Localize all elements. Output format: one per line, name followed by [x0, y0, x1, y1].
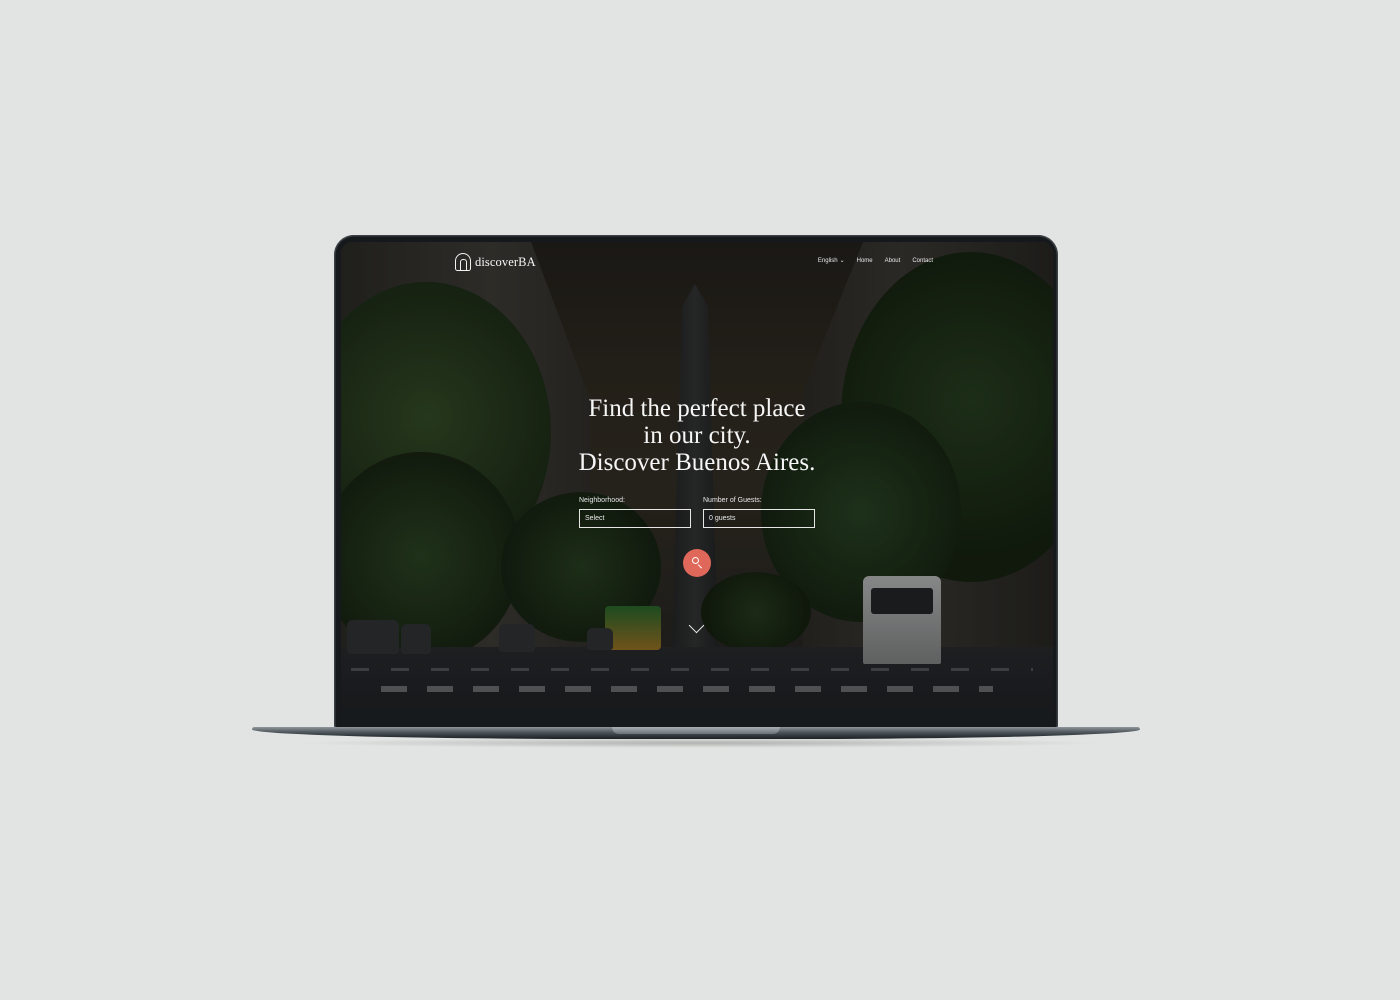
- chevron-down-icon: ⌄: [839, 258, 845, 264]
- logo-text: discoverBA: [475, 254, 536, 269]
- neighborhood-label: Neighborhood:: [579, 497, 625, 504]
- hero-line-3: Discover Buenos Aires.: [578, 449, 816, 476]
- hero-line-2: in our city.: [643, 422, 751, 449]
- guests-input[interactable]: 0 guests: [703, 509, 815, 528]
- site-logo[interactable]: discoverBA: [455, 253, 536, 271]
- nav-about[interactable]: About: [885, 258, 901, 264]
- language-selector[interactable]: English ⌄: [818, 258, 845, 264]
- nav-home[interactable]: Home: [857, 258, 873, 264]
- hero-line-1: Find the perfect place: [588, 395, 806, 422]
- mockup-stage: discoverBA English ⌄ Home About Contact …: [0, 0, 1400, 1000]
- nav-contact[interactable]: Contact: [912, 258, 933, 264]
- language-label: English: [817, 258, 838, 264]
- neighborhood-select[interactable]: Select: [579, 509, 691, 528]
- search-button[interactable]: [683, 549, 711, 577]
- guests-label: Number of Guests:: [703, 497, 762, 504]
- laptop-shadow: [290, 738, 1110, 748]
- arch-logo-icon: [455, 253, 471, 271]
- laptop-screen: discoverBA English ⌄ Home About Contact …: [341, 242, 1053, 708]
- search-icon-handle: [697, 564, 703, 569]
- laptop-chin: [341, 708, 1053, 728]
- top-nav: discoverBA English ⌄ Home About Contact: [341, 242, 1053, 286]
- laptop-notch: [612, 727, 780, 734]
- hero-headline: Find the perfect place in our city. Disc…: [341, 395, 1053, 476]
- nav-links: English ⌄ Home About Contact: [818, 258, 933, 264]
